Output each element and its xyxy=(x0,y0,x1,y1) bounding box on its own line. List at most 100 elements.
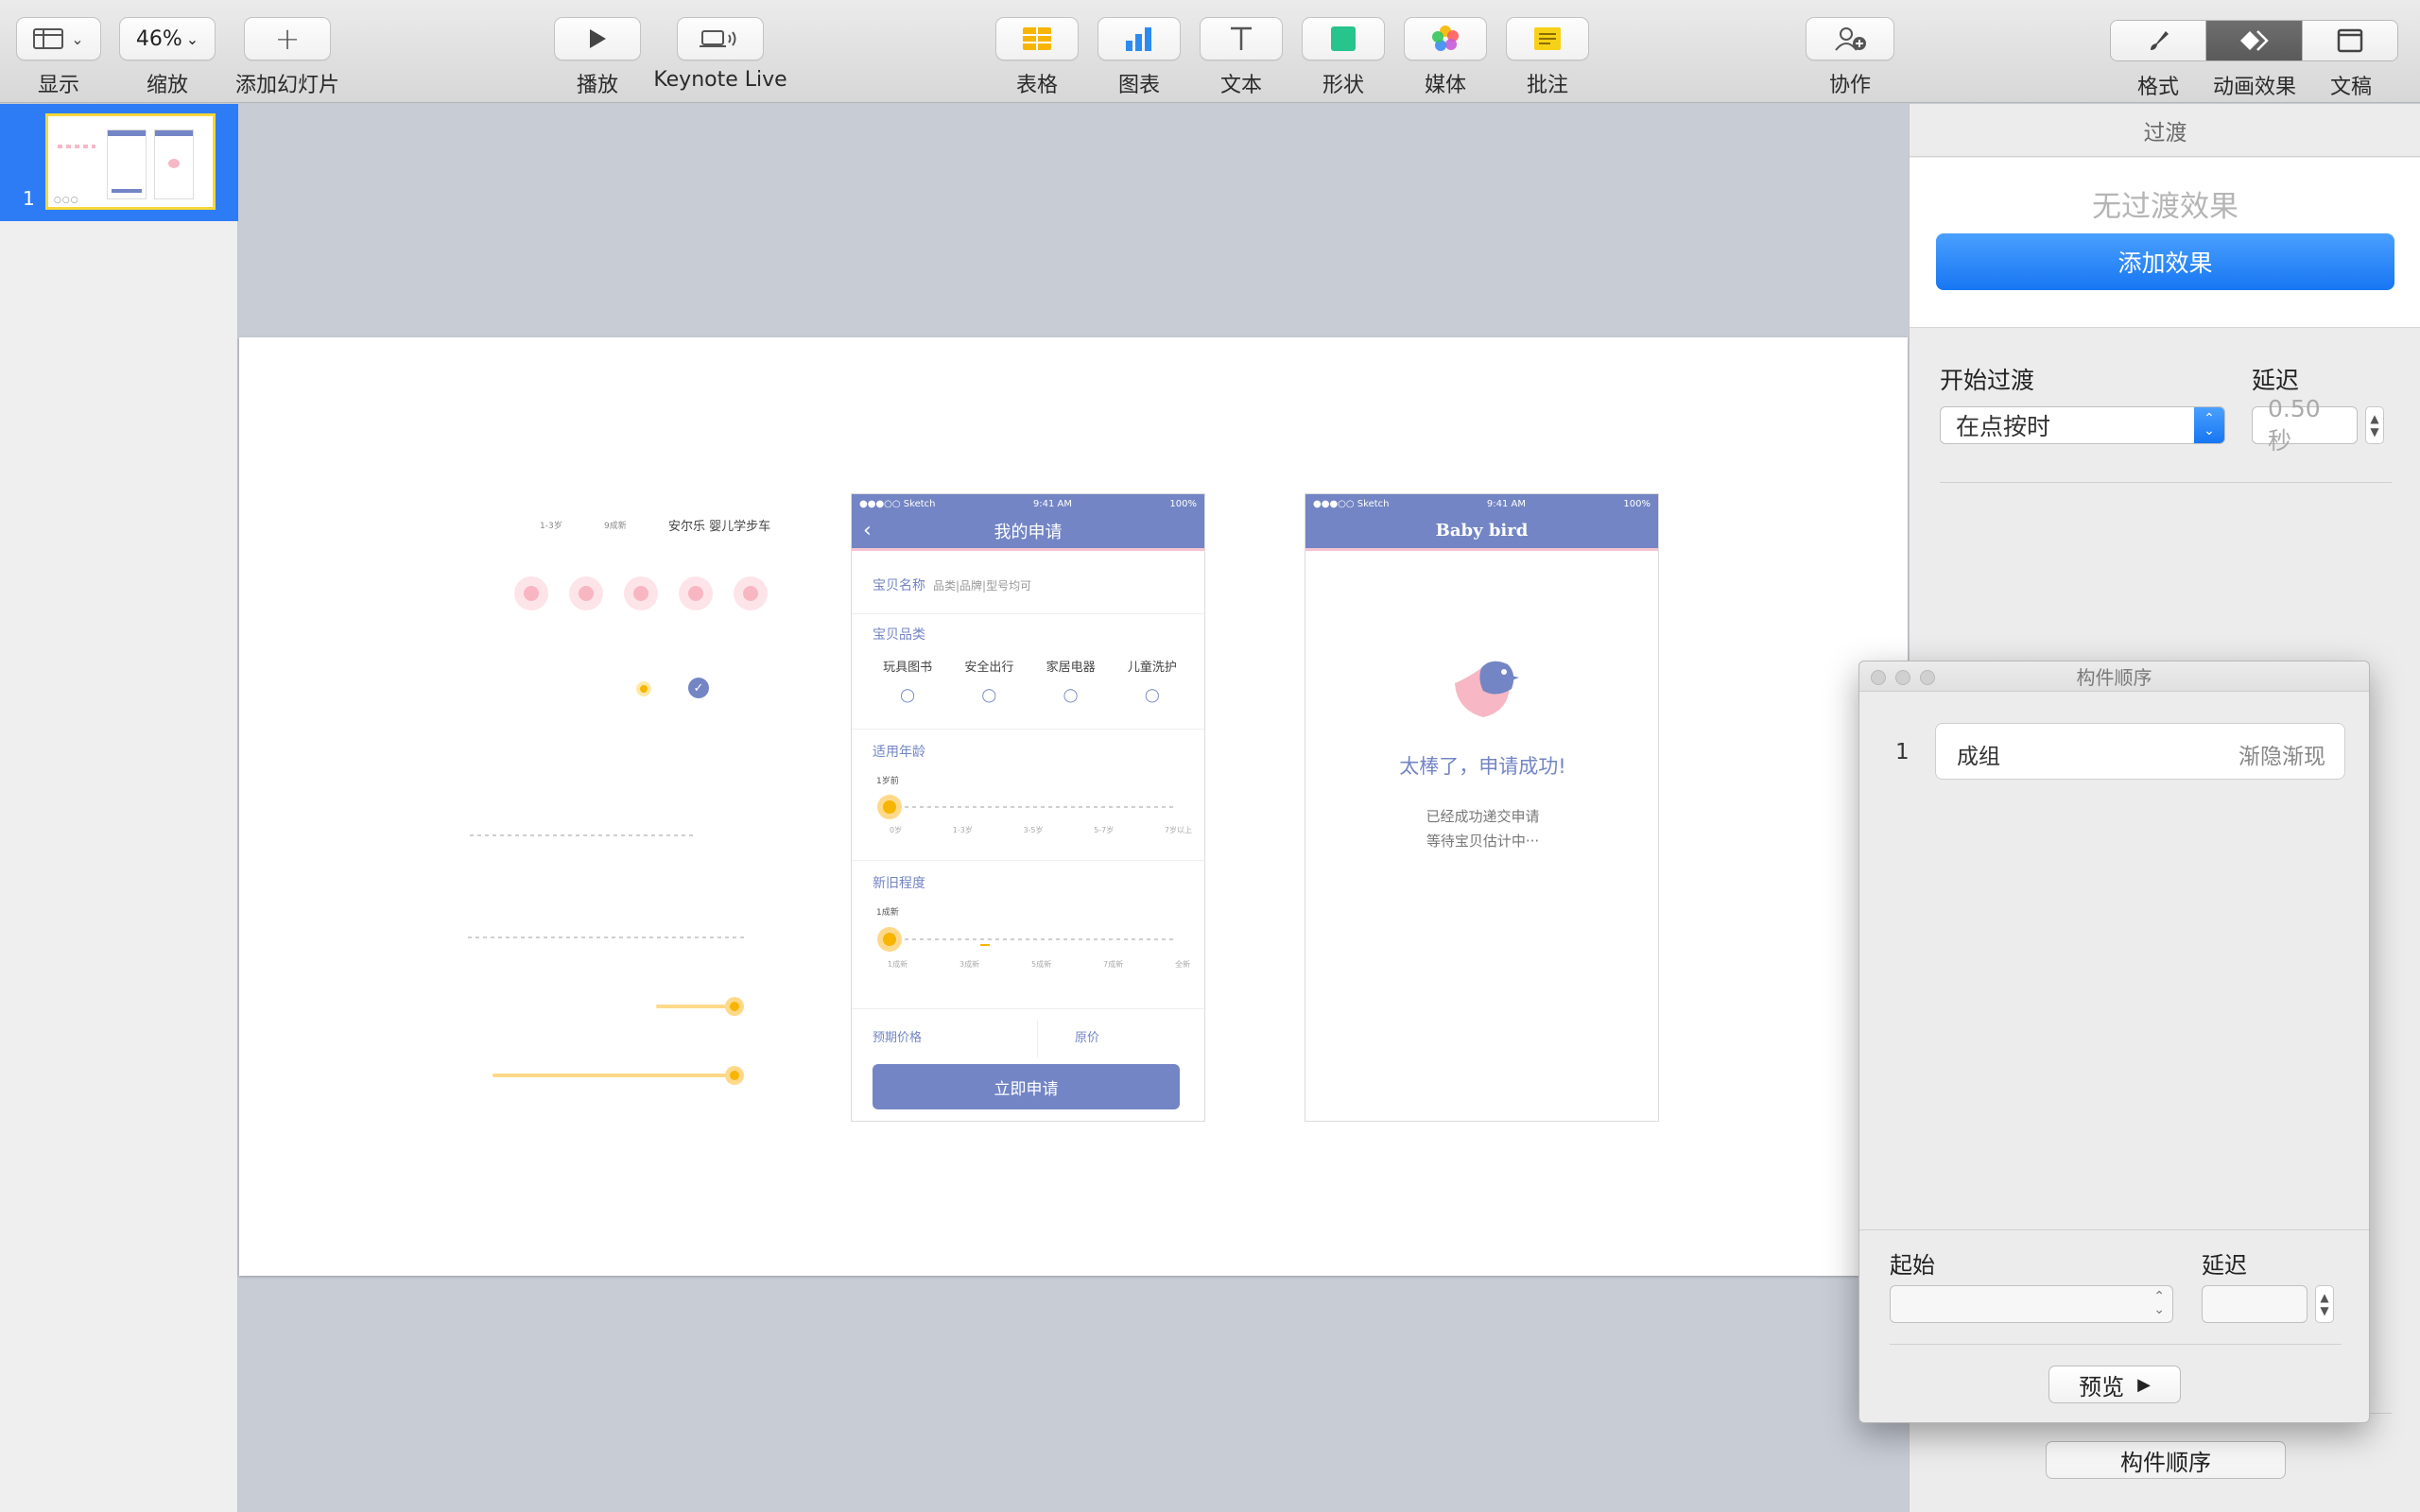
view-control[interactable]: ⌄ 显示 xyxy=(16,17,101,98)
build-order-titlebar[interactable]: 构件顺序 xyxy=(1859,662,2369,692)
start-transition-popup[interactable]: 在点按时 ⌃ ⌄ xyxy=(1940,406,2225,444)
zoom-window-button[interactable] xyxy=(1920,670,1935,685)
category-item[interactable]: 玩具图书 ◯ xyxy=(883,657,932,703)
phone-success-screen[interactable]: ●●●○○ Sketch 9:41 AM 100% Baby bird 太棒了，… xyxy=(1305,493,1659,1122)
apply-button[interactable]: 立即申请 xyxy=(873,1064,1180,1109)
preview-button[interactable]: 预览 ▶ xyxy=(2048,1366,2181,1403)
delay-stepper[interactable]: ▲ ▼ xyxy=(2365,406,2384,444)
build-order-button[interactable]: 构件顺序 xyxy=(2046,1441,2286,1479)
keynote-live-control[interactable]: Keynote Live xyxy=(653,17,787,92)
chart-icon xyxy=(1126,27,1151,51)
category-item-label: 安全出行 xyxy=(964,661,1014,675)
keynote-live-icon xyxy=(700,30,736,47)
play-button[interactable] xyxy=(554,17,641,60)
category-item[interactable]: 家居电器 ◯ xyxy=(1046,657,1096,703)
shape-button[interactable] xyxy=(1302,17,1385,60)
category-item-label: 儿童洗护 xyxy=(1127,661,1177,675)
media-control[interactable]: 媒体 xyxy=(1404,17,1487,98)
carrier: ●●●○○ Sketch xyxy=(1313,498,1390,509)
age-tick: 1-3岁 xyxy=(952,826,973,834)
pink-dot-3 xyxy=(624,576,658,610)
document-tab[interactable] xyxy=(2302,21,2397,60)
thumb-circles: ○○○ xyxy=(54,196,79,205)
age-label: 适用年龄 xyxy=(873,745,925,760)
carrier: ●●●○○ Sketch xyxy=(859,498,936,509)
table-button[interactable] xyxy=(995,17,1079,60)
check-icon: ◯ xyxy=(900,688,915,703)
back-chevron-icon[interactable]: ‹ xyxy=(863,519,872,542)
nav-bar: ‹ 我的申请 xyxy=(852,513,1204,551)
success-line-1: 已经成功递交申请 xyxy=(1426,808,1540,825)
condition-slider-knob[interactable] xyxy=(877,927,902,952)
pink-dot-4 xyxy=(679,576,713,610)
collaborate-control[interactable]: 协作 xyxy=(1806,17,1894,98)
add-slide-button[interactable]: + xyxy=(244,17,331,60)
bird-logo-icon xyxy=(1455,661,1519,717)
sticky-note-icon xyxy=(1534,27,1561,50)
text-control[interactable]: 文本 xyxy=(1200,17,1283,98)
slide-thumbnail-image[interactable]: ○○○ xyxy=(45,113,216,210)
comment-control[interactable]: 批注 xyxy=(1506,17,1589,98)
category-label: 宝贝品类 xyxy=(873,627,925,643)
delay-field[interactable]: 0.50 秒 xyxy=(2252,395,2358,455)
condition-tick: 7成新 xyxy=(1103,960,1124,969)
animate-tab[interactable] xyxy=(2206,21,2303,60)
close-window-button[interactable] xyxy=(1871,670,1886,685)
slider-knob-short[interactable] xyxy=(725,997,744,1016)
add-effect-button[interactable]: 添加效果 xyxy=(1936,233,2394,290)
zoom-control[interactable]: 46% ⌄ 缩放 xyxy=(119,17,216,98)
age-mini-label: 1-3岁 xyxy=(540,522,562,531)
condition-tick: 全新 xyxy=(1175,960,1190,969)
slider-knob-long[interactable] xyxy=(725,1066,744,1085)
slide-thumbnail-1[interactable]: 1 ○○○ xyxy=(0,104,238,221)
build-delay-field[interactable] xyxy=(2202,1285,2308,1323)
inspector-segmented-control[interactable] xyxy=(2110,20,2398,61)
success-line-2: 等待宝贝估计中··· xyxy=(1426,833,1540,850)
chart-button[interactable] xyxy=(1098,17,1181,60)
transition-tab-header[interactable]: 过渡 xyxy=(1910,104,2420,157)
minimize-window-button[interactable] xyxy=(1895,670,1910,685)
build-item-row[interactable]: 成组 渐隐渐现 xyxy=(1935,723,2345,780)
shape-control[interactable]: 形状 xyxy=(1302,17,1385,98)
collaborate-button[interactable] xyxy=(1806,17,1894,60)
age-slider-knob[interactable] xyxy=(877,795,902,819)
divider xyxy=(852,860,1206,861)
zoom-button[interactable]: 46% ⌄ xyxy=(119,17,216,60)
play-control[interactable]: 播放 xyxy=(554,17,641,98)
divider xyxy=(1940,482,2392,483)
build-order-window[interactable]: 构件顺序 1 成组 渐隐渐现 起始 延迟 ⌃ ⌄ ▲ ▼ 预览 ▶ xyxy=(1858,661,2370,1423)
original-price-label[interactable]: 原价 xyxy=(1075,1027,1099,1045)
play-icon xyxy=(590,29,606,48)
media-button[interactable] xyxy=(1404,17,1487,60)
start-transition-value: 在点按时 xyxy=(1956,413,2051,440)
category-item-label: 玩具图书 xyxy=(883,661,933,675)
toolbar: ⌄ 显示 46% ⌄ 缩放 + 添加幻灯片 播放 Keynote Live 表格 xyxy=(0,0,2420,103)
build-item-index: 1 xyxy=(1895,740,1910,765)
condition-slider-track xyxy=(890,938,1173,940)
phone-application-screen[interactable]: ●●●○○ Sketch 9:41 AM 100% ‹ 我的申请 宝贝名称 品类… xyxy=(851,493,1206,1122)
view-button[interactable]: ⌄ xyxy=(16,17,101,60)
delay-label: 延迟 xyxy=(2252,367,2300,394)
media-label: 媒体 xyxy=(1424,74,1466,97)
text-button[interactable] xyxy=(1200,17,1283,60)
build-delay-stepper[interactable]: ▲ ▼ xyxy=(2315,1285,2334,1323)
expected-price-label[interactable]: 预期价格 xyxy=(873,1027,922,1045)
table-control[interactable]: 表格 xyxy=(995,17,1079,98)
build-start-popup[interactable]: ⌃ ⌄ xyxy=(1890,1285,2173,1323)
name-placeholder: 品类|品牌|型号均可 xyxy=(933,578,1032,593)
divider xyxy=(1890,1344,2342,1345)
category-item-label: 家居电器 xyxy=(1046,661,1096,675)
popup-arrows-icon: ⌃ ⌄ xyxy=(2194,407,2224,443)
add-slide-control[interactable]: + 添加幻灯片 xyxy=(235,17,339,98)
comment-button[interactable] xyxy=(1506,17,1589,60)
format-tab[interactable] xyxy=(2111,21,2207,60)
chart-control[interactable]: 图表 xyxy=(1098,17,1181,98)
age-tick: 5-7岁 xyxy=(1094,826,1115,834)
slide-canvas[interactable]: 1-3岁 9成新 安尔乐 婴儿学步车 ✓ ●●●○○ Sketch 9:41 A… xyxy=(239,337,1908,1276)
slider-fill-short xyxy=(656,1005,734,1008)
category-item[interactable]: 儿童洗护 ◯ xyxy=(1128,657,1177,703)
name-row[interactable]: 宝贝名称 品类|品牌|型号均可 xyxy=(873,576,1031,594)
keynote-live-button[interactable] xyxy=(677,17,764,60)
sidebar-layout-icon xyxy=(33,28,64,49)
category-item[interactable]: 安全出行 ◯ xyxy=(964,657,1013,703)
